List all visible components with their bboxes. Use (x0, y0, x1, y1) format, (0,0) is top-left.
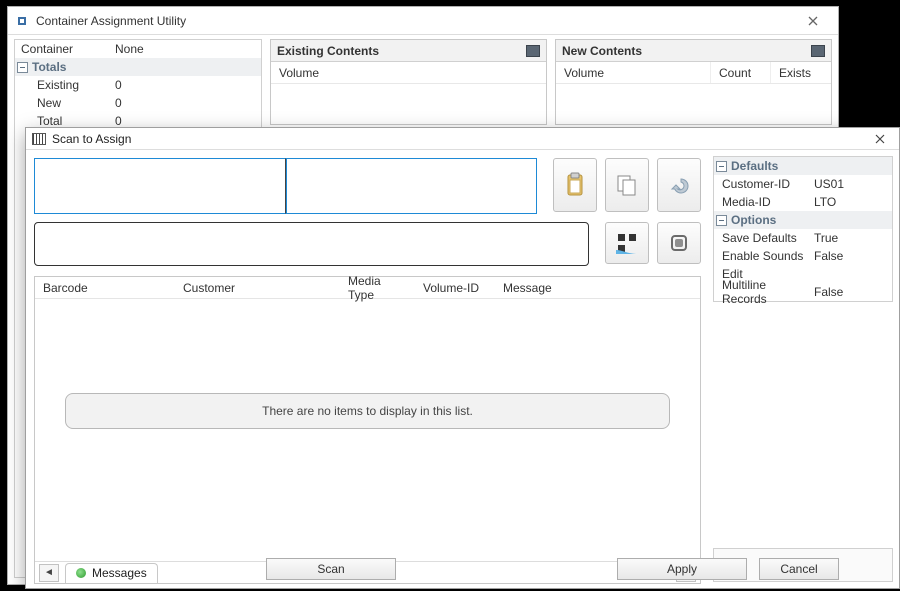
value-save-defaults[interactable]: True (814, 229, 892, 247)
col-customer[interactable]: Customer (175, 281, 340, 295)
label-new: New (15, 96, 111, 110)
window-title: Container Assignment Utility (36, 14, 186, 28)
app-icon (14, 13, 30, 29)
collapse-icon[interactable] (716, 215, 727, 226)
value-multiline[interactable]: False (814, 283, 892, 301)
scan-button-label: Scan (317, 562, 344, 576)
expand-button[interactable] (657, 222, 701, 264)
window-scan-to-assign: Scan to Assign (25, 127, 900, 589)
value-customer-id[interactable]: US01 (814, 175, 892, 193)
col-media-type[interactable]: Media Type (340, 274, 415, 302)
category-totals-label: Totals (32, 60, 66, 74)
label-save-defaults: Save Defaults (714, 229, 814, 247)
collapse-icon[interactable] (17, 62, 28, 73)
titlebar: Container Assignment Utility (8, 7, 838, 35)
panel-existing-contents: Existing Contents Volume (270, 39, 547, 125)
col-message[interactable]: Message (495, 281, 700, 295)
panel-title-new: New Contents (562, 44, 642, 58)
value-edit[interactable] (814, 265, 892, 283)
scan-input-2[interactable] (286, 158, 538, 214)
col-volume-id[interactable]: Volume-ID (415, 281, 495, 295)
qr-scan-button[interactable] (605, 222, 649, 264)
barcode-icon (32, 133, 46, 145)
label-customer-id: Customer-ID (714, 175, 814, 193)
category-options-label: Options (731, 213, 776, 227)
scan-results-list: Barcode Customer Media Type Volume-ID Me… (34, 276, 701, 584)
label-existing: Existing (15, 78, 111, 92)
panel-action-icon[interactable] (526, 45, 540, 57)
empty-list-text: There are no items to display in this li… (262, 404, 473, 418)
panel-new-contents: New Contents Volume Count Exists (555, 39, 832, 125)
titlebar: Scan to Assign (26, 128, 899, 150)
undo-button[interactable] (657, 158, 701, 212)
category-defaults-label: Defaults (731, 159, 778, 173)
button-bar: Scan Apply Cancel (26, 556, 899, 582)
value-media-id[interactable]: LTO (814, 193, 892, 211)
paste-button[interactable] (553, 158, 597, 212)
apply-button-label: Apply (667, 562, 697, 576)
label-enable-sounds: Enable Sounds (714, 247, 814, 265)
col-volume[interactable]: Volume (556, 62, 711, 83)
close-button[interactable] (865, 129, 895, 149)
category-totals[interactable]: Totals (15, 58, 261, 76)
list-header: Barcode Customer Media Type Volume-ID Me… (35, 277, 700, 299)
panel-action-icon[interactable] (811, 45, 825, 57)
scan-input-row (34, 158, 537, 214)
value-enable-sounds[interactable]: False (814, 247, 892, 265)
value-existing: 0 (111, 78, 261, 92)
category-defaults[interactable]: Defaults (714, 157, 892, 175)
apply-button[interactable]: Apply (617, 558, 747, 580)
label-media-id: Media-ID (714, 193, 814, 211)
label-multiline: Multiline Records (714, 283, 814, 301)
cancel-button[interactable]: Cancel (759, 558, 839, 580)
value-total: 0 (111, 114, 261, 128)
col-exists[interactable]: Exists (771, 62, 831, 83)
cancel-button-label: Cancel (780, 562, 817, 576)
copy-button[interactable] (605, 158, 649, 212)
note-input[interactable] (34, 222, 589, 266)
label-total: Total (15, 114, 111, 128)
window-title: Scan to Assign (52, 132, 131, 146)
empty-list-notice: There are no items to display in this li… (65, 393, 670, 429)
collapse-icon[interactable] (716, 161, 727, 172)
label-container: Container (15, 42, 111, 56)
settings-grid: Defaults Customer-ID US01 Media-ID LTO O… (713, 156, 893, 302)
category-options[interactable]: Options (714, 211, 892, 229)
col-count[interactable]: Count (711, 62, 771, 83)
panel-title-existing: Existing Contents (277, 44, 379, 58)
value-container: None (111, 42, 261, 56)
scan-button[interactable]: Scan (266, 558, 396, 580)
col-volume[interactable]: Volume (271, 62, 546, 83)
scan-input-1[interactable] (34, 158, 286, 214)
close-button[interactable] (794, 10, 832, 32)
col-barcode[interactable]: Barcode (35, 281, 175, 295)
value-new: 0 (111, 96, 261, 110)
